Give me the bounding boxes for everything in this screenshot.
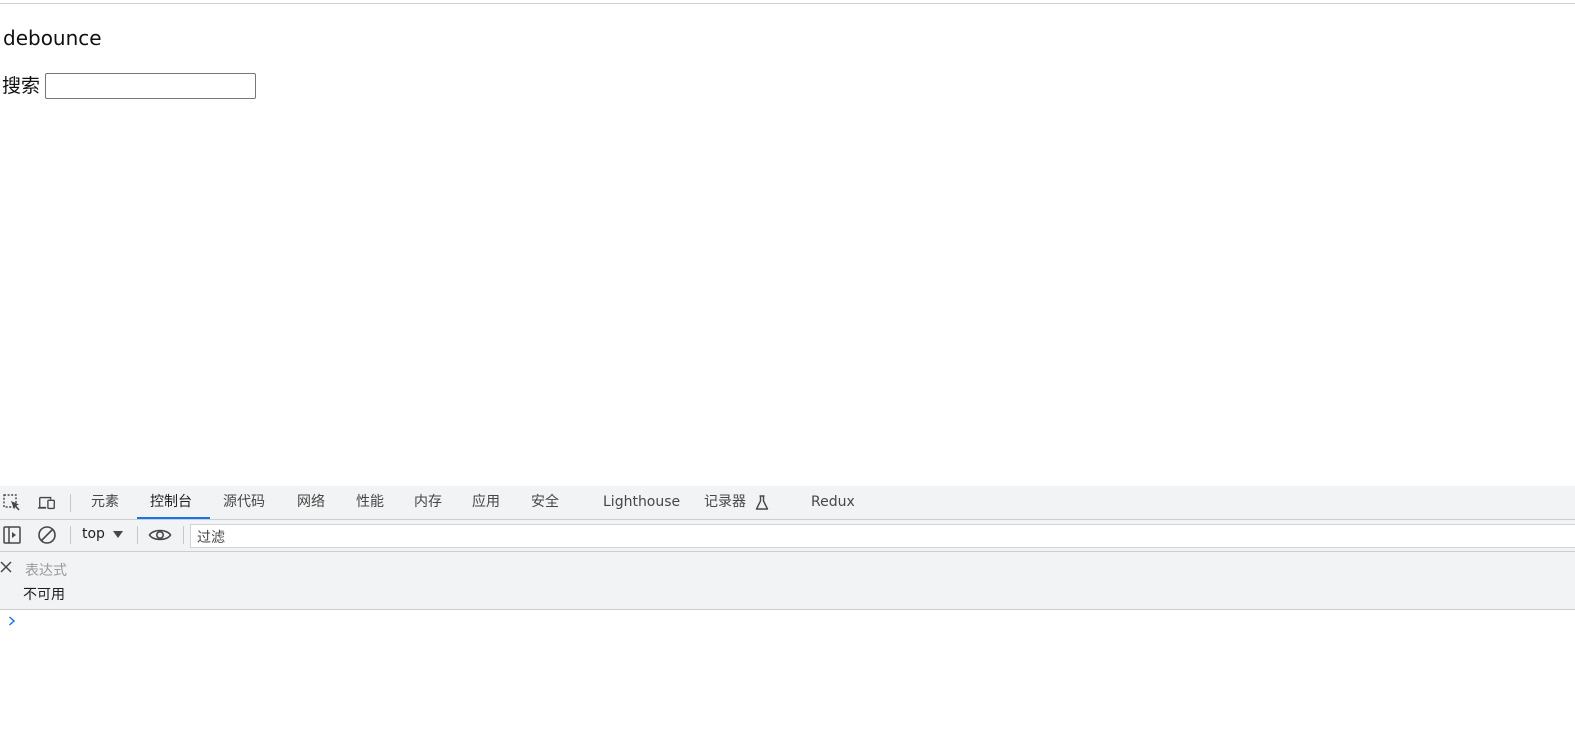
live-expression-eye-icon[interactable] (148, 525, 172, 545)
page-title: debounce (3, 26, 102, 50)
devtools-tabbar: 元素 控制台 源代码 网络 性能 内存 应用 安全 Lighthouse 记录器… (0, 486, 1575, 520)
console-toolbar: top 过滤 (0, 520, 1575, 552)
tab-security[interactable]: 安全 (531, 486, 559, 519)
tab-application[interactable]: 应用 (472, 486, 500, 519)
filter-placeholder: 过滤 (197, 530, 225, 546)
context-selector[interactable]: top (82, 526, 123, 542)
device-toolbar-icon[interactable] (37, 493, 57, 513)
close-icon[interactable] (0, 561, 12, 573)
toolbar-separator (70, 494, 71, 512)
devtools-panel: 元素 控制台 源代码 网络 性能 内存 应用 安全 Lighthouse 记录器… (0, 486, 1575, 751)
clear-console-icon[interactable] (37, 525, 57, 545)
live-expression-input[interactable]: 表达式 (25, 560, 67, 580)
show-sidebar-icon[interactable] (2, 525, 22, 545)
tab-memory[interactable]: 内存 (414, 486, 442, 519)
tab-sources[interactable]: 源代码 (223, 486, 265, 519)
console-prompt-chevron-icon[interactable] (7, 615, 17, 627)
tab-console[interactable]: 控制台 (150, 486, 192, 519)
active-tab-indicator (137, 517, 210, 519)
search-label: 搜索 (2, 75, 41, 97)
search-row: 搜索 (2, 73, 257, 99)
experimental-flask-icon (752, 493, 772, 513)
console-filter-input[interactable]: 过滤 (190, 524, 1575, 548)
tab-network[interactable]: 网络 (297, 486, 325, 519)
toolbar-separator (137, 526, 138, 544)
tab-lighthouse[interactable]: Lighthouse (603, 486, 680, 519)
tab-performance[interactable]: 性能 (356, 486, 384, 519)
toolbar-separator (183, 526, 184, 544)
toolbar-separator (70, 526, 71, 544)
live-expression-value: 不可用 (23, 587, 65, 603)
tab-recorder[interactable]: 记录器 (704, 486, 746, 519)
search-input[interactable] (45, 73, 257, 99)
page-content: debounce 搜索 (0, 4, 1575, 486)
live-expression-panel: 表达式 不可用 (0, 552, 1575, 610)
dropdown-arrow-icon (112, 530, 123, 538)
tab-elements[interactable]: 元素 (91, 486, 119, 519)
tab-redux[interactable]: Redux (811, 486, 855, 519)
inspect-element-icon[interactable] (2, 493, 22, 513)
context-selector-label: top (82, 526, 105, 542)
